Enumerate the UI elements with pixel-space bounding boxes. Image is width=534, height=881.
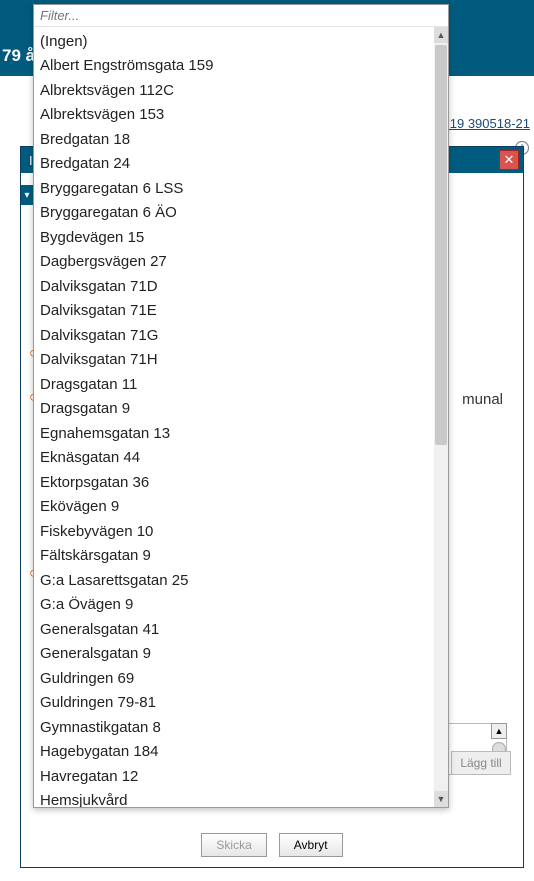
dropdown-item[interactable]: Eknäsgatan 44 (34, 446, 434, 471)
side-tab-icon[interactable]: ▾ (21, 185, 33, 205)
dropdown-item[interactable]: Hagebygatan 184 (34, 740, 434, 765)
scroll-down-icon[interactable]: ▼ (434, 791, 448, 807)
dropdown-item[interactable]: Ektorpsgatan 36 (34, 470, 434, 495)
cancel-button[interactable]: Avbryt (279, 833, 343, 857)
close-icon: ✕ (504, 152, 515, 168)
dropdown-item[interactable]: Gymnastikgatan 8 (34, 715, 434, 740)
scrollbar: ▲ ▼ (434, 27, 448, 807)
dropdown-item[interactable]: Generalsgatan 41 (34, 617, 434, 642)
filter-input[interactable] (34, 5, 448, 27)
add-button: Lägg till (451, 751, 511, 775)
dropdown-item[interactable]: Albert Engströmsgata 159 (34, 54, 434, 79)
dropdown-list: (Ingen)Albert Engströmsgata 159Albrektsv… (34, 27, 434, 807)
dropdown-item[interactable]: Bygdevägen 15 (34, 225, 434, 250)
dropdown-item[interactable]: Dagbergsvägen 27 (34, 250, 434, 275)
dropdown-item[interactable]: Dalviksgatan 71H (34, 348, 434, 373)
dropdown-item[interactable]: Dragsgatan 9 (34, 397, 434, 422)
dropdown-item[interactable]: Dalviksgatan 71G (34, 323, 434, 348)
dropdown-item[interactable]: Dragsgatan 11 (34, 372, 434, 397)
dropdown-item[interactable]: Bryggaregatan 6 LSS (34, 176, 434, 201)
scroll-up-icon[interactable]: ▲ (434, 27, 448, 43)
scroll-thumb[interactable] (435, 45, 447, 445)
dropdown-item[interactable]: Generalsgatan 9 (34, 642, 434, 667)
dropdown-item[interactable]: Fiskebyvägen 10 (34, 519, 434, 544)
dropdown-item[interactable]: Dalviksgatan 71D (34, 274, 434, 299)
dropdown-item[interactable]: Dalviksgatan 71E (34, 299, 434, 324)
dropdown-popup: (Ingen)Albert Engströmsgata 159Albrektsv… (33, 4, 449, 808)
dropdown-item[interactable]: Bredgatan 18 (34, 127, 434, 152)
dropdown-item[interactable]: Ekövägen 9 (34, 495, 434, 520)
dropdown-list-wrap: (Ingen)Albert Engströmsgata 159Albrektsv… (34, 27, 448, 807)
dropdown-item[interactable]: Fältskärsgatan 9 (34, 544, 434, 569)
send-button: Skicka (201, 833, 266, 857)
dropdown-item[interactable]: Guldringen 69 (34, 666, 434, 691)
partial-text-munal: munal (462, 391, 503, 408)
dropdown-item[interactable]: (Ingen) (34, 29, 434, 54)
dropdown-item[interactable]: Havregatan 12 (34, 764, 434, 789)
dropdown-item[interactable]: G:a Övägen 9 (34, 593, 434, 618)
dropdown-item[interactable]: Guldringen 79-81 (34, 691, 434, 716)
dropdown-item[interactable]: Albrektsvägen 153 (34, 103, 434, 128)
close-button[interactable]: ✕ (499, 150, 519, 170)
dropdown-item[interactable]: Hemsjukvård (34, 789, 434, 808)
dropdown-item[interactable]: Bryggaregatan 6 ÄO (34, 201, 434, 226)
dropdown-item[interactable]: Albrektsvägen 112C (34, 78, 434, 103)
modal-footer: Skicka Avbryt (21, 823, 523, 867)
dropdown-item[interactable]: G:a Lasarettsgatan 25 (34, 568, 434, 593)
chevron-up-icon[interactable]: ▲ (491, 723, 507, 739)
dropdown-item[interactable]: Bredgatan 24 (34, 152, 434, 177)
dropdown-item[interactable]: Egnahemsgatan 13 (34, 421, 434, 446)
